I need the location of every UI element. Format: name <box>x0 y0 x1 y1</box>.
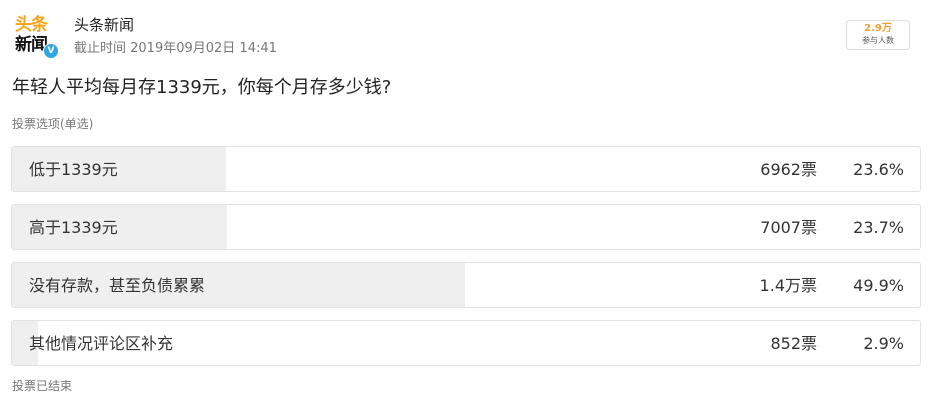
poll-option[interactable]: 其他情况评论区补充 852票 2.9% <box>11 320 921 366</box>
poll-status: 投票已结束 <box>12 379 73 393</box>
poll-option-label: 高于1339元 <box>29 218 118 237</box>
poll-option-label: 其他情况评论区补充 <box>29 334 174 353</box>
participants-badge: 2.9万 参与人数 <box>846 20 910 50</box>
poll-option[interactable]: 没有存款，甚至负债累累 1.4万票 49.9% <box>11 262 921 308</box>
logo-text-line1: 头条 <box>15 15 48 35</box>
poll-option-votes: 7007票 <box>760 218 817 237</box>
poll-option-label: 没有存款，甚至负债累累 <box>29 276 206 295</box>
poll-option-percent: 23.7% <box>853 218 904 237</box>
poll-option-label: 低于1339元 <box>29 160 118 179</box>
poll-option-votes: 852票 <box>770 334 817 353</box>
account-name[interactable]: 头条新闻 <box>74 15 134 35</box>
poll-option[interactable]: 低于1339元 6962票 23.6% <box>11 146 921 192</box>
participants-count: 2.9万 <box>864 23 892 34</box>
poll-option-percent: 23.6% <box>853 160 904 179</box>
verified-badge-icon: V <box>43 43 59 59</box>
poll-question: 年轻人平均每月存1339元，你每个月存多少钱? <box>12 77 392 98</box>
logo-text-line1: 头条 <box>15 15 48 35</box>
poll-options: 低于1339元 6962票 23.6% 高于1339元 7007票 23.7% … <box>11 146 921 378</box>
poll-deadline: 截止时间 2019年09月02日 14:41 <box>74 41 277 56</box>
poll-option[interactable]: 高于1339元 7007票 23.7% <box>11 204 921 250</box>
poll-option-percent: 2.9% <box>863 334 904 353</box>
poll-option-percent: 49.9% <box>853 276 904 295</box>
poll-option-votes: 1.4万票 <box>759 276 817 295</box>
participants-label: 参与人数 <box>862 36 894 45</box>
poll-vote-type: 投票选项(单选) <box>12 117 94 131</box>
poll-option-votes: 6962票 <box>760 160 817 179</box>
toutiao-news-logo[interactable]: 头条 新闻 V <box>12 14 59 60</box>
